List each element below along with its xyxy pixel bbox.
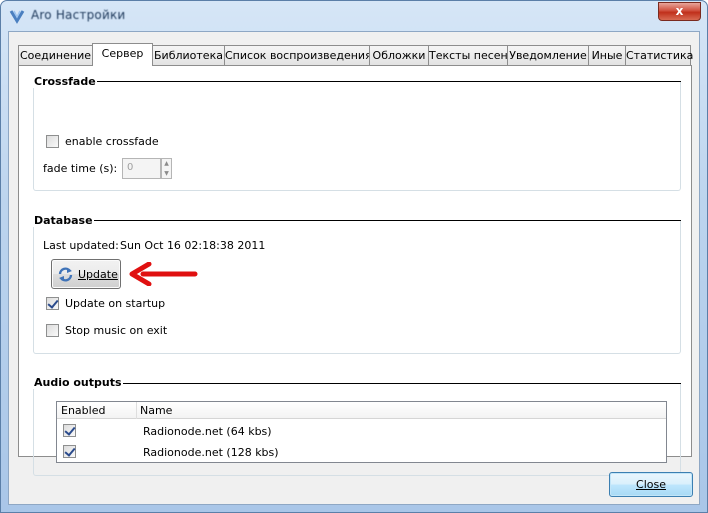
update-on-startup-label: Update on startup [65, 297, 166, 310]
fade-time-input[interactable]: 0 [122, 158, 161, 179]
fade-time-label: fade time (s): [43, 162, 118, 175]
preferences-window: Aro Настройки x Соединение Сервер Библио… [0, 0, 708, 513]
table-row[interactable]: Radionode.net (128 kbs) [57, 441, 666, 462]
tab-covers[interactable]: Обложки [369, 45, 429, 65]
tab-statistics[interactable]: Статистика [625, 45, 693, 65]
tab-notifications[interactable]: Уведомление [507, 45, 589, 65]
audio-outputs-group-title: Audio outputs [33, 376, 123, 389]
server-tab-page: Crossfade enable crossfade fade time (s)… [18, 65, 692, 476]
last-updated-label: Last updated: [43, 239, 119, 252]
stop-music-on-exit-label: Stop music on exit [65, 324, 168, 337]
tab-connection[interactable]: Соединение [18, 45, 93, 65]
stepper-up-icon[interactable]: ▲ [162, 159, 171, 169]
title-bar[interactable]: Aro Настройки x [1, 1, 707, 31]
tab-other[interactable]: Иные [588, 45, 626, 65]
window-close-button[interactable]: x [658, 2, 701, 21]
crossfade-group-title: Crossfade [33, 75, 97, 88]
window-title: Aro Настройки [31, 8, 126, 22]
tab-server[interactable]: Сервер [92, 43, 153, 66]
stop-music-on-exit-checkbox[interactable] [46, 324, 59, 337]
last-updated-value: Sun Oct 16 02:18:38 2011 [120, 239, 266, 252]
app-icon [9, 10, 25, 24]
output-name: Radionode.net (128 kbs) [143, 446, 279, 459]
tab-playlist[interactable]: Список воспроизведения [224, 45, 372, 65]
output-enabled-checkbox[interactable] [63, 424, 76, 437]
output-name: Radionode.net (64 kbs) [143, 425, 272, 438]
dialog-client-area: Соединение Сервер Библиотека Список восп… [8, 31, 700, 505]
column-header-enabled[interactable]: Enabled [61, 404, 105, 417]
close-button[interactable]: Close [609, 472, 693, 497]
update-database-button[interactable]: Update [51, 259, 121, 289]
column-divider[interactable] [136, 402, 137, 419]
tab-lyrics[interactable]: Тексты песен [428, 45, 508, 65]
output-enabled-checkbox[interactable] [63, 445, 76, 458]
table-row[interactable]: Radionode.net (64 kbs) [57, 420, 666, 441]
enable-crossfade-checkbox[interactable] [46, 135, 59, 148]
enable-crossfade-label: enable crossfade [65, 135, 159, 148]
stepper-down-icon[interactable]: ▼ [162, 169, 171, 179]
fade-time-stepper[interactable]: ▲ ▼ [161, 158, 172, 179]
refresh-icon [58, 267, 73, 282]
audio-outputs-table: Enabled Name Radionode.net (64 kbs) Radi… [56, 401, 667, 463]
update-button-label: Update [78, 268, 118, 281]
database-group-title: Database [33, 214, 94, 227]
column-header-name[interactable]: Name [140, 404, 172, 417]
red-arrow-icon [129, 262, 198, 286]
tab-library[interactable]: Библиотека [152, 45, 225, 65]
update-on-startup-checkbox[interactable] [46, 297, 59, 310]
table-header: Enabled Name [57, 402, 666, 419]
